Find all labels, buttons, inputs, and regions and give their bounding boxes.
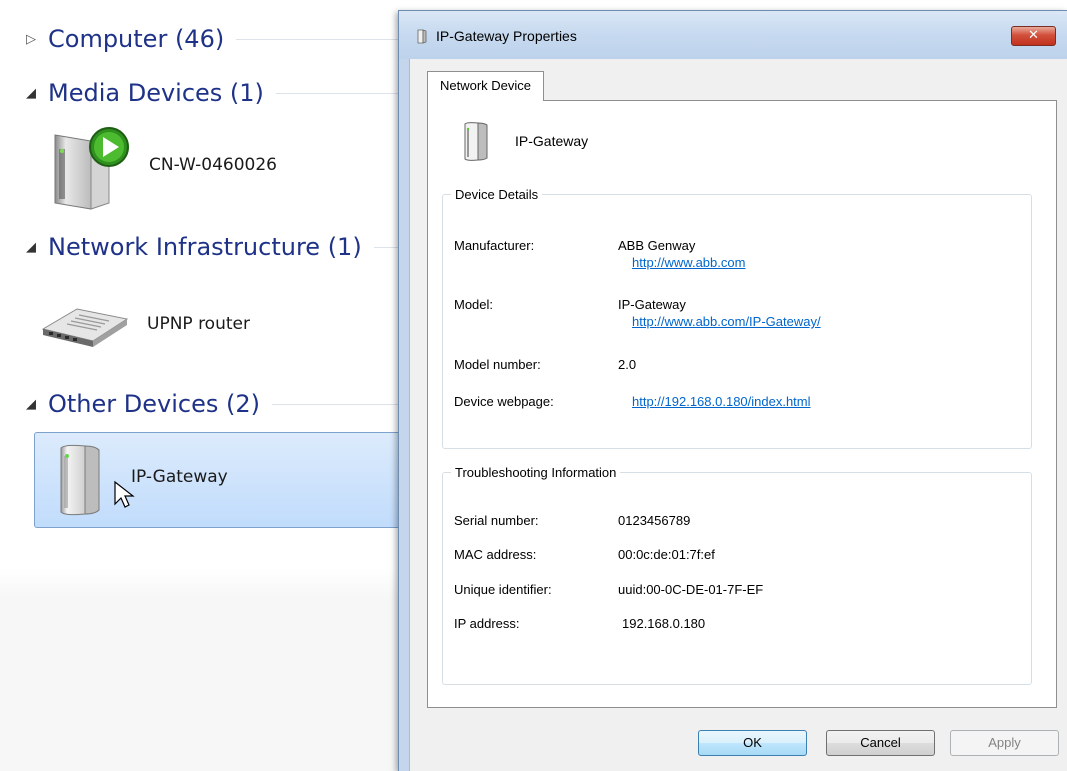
group-network-infrastructure[interactable]: ◢ Network Infrastructure (1): [26, 227, 420, 267]
expanded-arrow-icon[interactable]: ◢: [26, 397, 48, 412]
gateway-device-icon: [464, 122, 488, 161]
device-item-media[interactable]: CN-W-0460026: [34, 126, 414, 216]
mac-label: MAC address:: [454, 547, 537, 562]
tab-network-device[interactable]: Network Device: [427, 71, 545, 101]
device-name: UPNP router: [147, 314, 250, 334]
uid-label: Unique identifier:: [454, 582, 552, 597]
device-details-legend: Device Details: [455, 187, 539, 202]
collapsed-arrow-icon[interactable]: ▷: [26, 32, 48, 47]
webpage-label: Device webpage:: [454, 394, 554, 409]
close-button[interactable]: ✕: [1011, 26, 1056, 46]
apply-button[interactable]: Apply: [950, 730, 1059, 756]
group-computer[interactable]: ▷ Computer (46): [26, 19, 420, 59]
device-name: IP-Gateway: [131, 467, 228, 487]
expanded-arrow-icon[interactable]: ◢: [26, 240, 48, 255]
tab-panel: IP-Gateway Device Details Manufacturer: …: [427, 100, 1057, 708]
group-divider: [271, 403, 416, 405]
router-icon: [41, 308, 129, 347]
manufacturer-label: Manufacturer:: [454, 238, 535, 253]
model-link[interactable]: http://www.abb.com/IP-Gateway/: [632, 314, 821, 329]
model-number-label: Model number:: [454, 357, 541, 372]
device-title: IP-Gateway: [515, 133, 589, 149]
manufacturer-value: ABB Genway: [618, 238, 696, 253]
model-label: Model:: [454, 297, 494, 312]
ok-button[interactable]: OK: [698, 730, 807, 756]
media-device-icon: [54, 127, 129, 210]
model-number-value: 2.0: [618, 357, 637, 372]
manufacturer-link[interactable]: http://www.abb.com: [632, 255, 745, 270]
gateway-title-icon: [417, 29, 427, 44]
device-details-group: Device Details Manufacturer: ABB Genway …: [442, 187, 1032, 449]
troubleshooting-group: Troubleshooting Information Serial numbe…: [442, 465, 1032, 685]
webpage-link[interactable]: http://192.168.0.180/index.html: [632, 394, 811, 409]
group-divider: [275, 92, 416, 94]
group-title: Network Infrastructure (1): [48, 233, 362, 261]
group-title: Media Devices (1): [48, 79, 264, 107]
dialog-title: IP-Gateway Properties: [436, 28, 577, 44]
group-divider: [236, 38, 416, 40]
cancel-button[interactable]: Cancel: [826, 730, 935, 756]
expanded-arrow-icon[interactable]: ◢: [26, 86, 48, 101]
group-media-devices[interactable]: ◢ Media Devices (1): [26, 73, 420, 113]
serial-label: Serial number:: [454, 513, 539, 528]
ip-value: 192.168.0.180: [622, 616, 706, 631]
device-item-ip-gateway[interactable]: IP-Gateway: [34, 432, 414, 528]
ip-label: IP address:: [454, 616, 520, 631]
device-name: CN-W-0460026: [149, 155, 277, 175]
properties-dialog: IP-Gateway Properties ✕ Network Device I…: [398, 10, 1067, 771]
model-value: IP-Gateway: [618, 297, 686, 312]
device-item-router[interactable]: UPNP router: [34, 294, 414, 354]
serial-value: 0123456789: [618, 513, 691, 528]
group-title: Other Devices (2): [48, 390, 260, 418]
dialog-titlebar[interactable]: IP-Gateway Properties ✕: [399, 11, 1067, 59]
gateway-device-icon: [60, 444, 100, 516]
explorer-empty-area: [0, 568, 420, 771]
device-explorer: ▷ Computer (46) ◢ Media Devices (1) CN-W…: [0, 0, 420, 771]
mac-value: 00:0c:de:01:7f:ef: [618, 547, 715, 562]
dialog-body: Network Device IP-Gateway Device Details…: [409, 59, 1067, 771]
group-other-devices[interactable]: ◢ Other Devices (2): [26, 384, 420, 424]
uid-value: uuid:00-0C-DE-01-7F-EF: [618, 582, 764, 597]
close-icon: ✕: [1028, 28, 1039, 43]
troubleshooting-legend: Troubleshooting Information: [455, 465, 617, 480]
group-title: Computer (46): [48, 25, 225, 53]
